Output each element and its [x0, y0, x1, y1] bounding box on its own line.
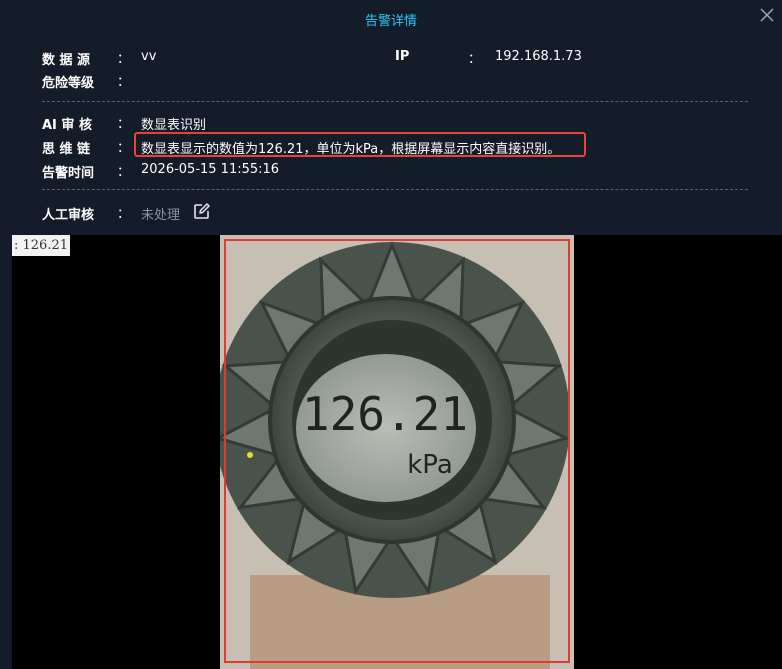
risk-level-label: 危险等级	[42, 76, 95, 91]
manual-review-colon: ：	[117, 207, 131, 222]
dialog-title: 告警详情	[364, 14, 417, 29]
reasoning-colon: ：	[117, 141, 131, 156]
ip-colon: ：	[468, 52, 482, 67]
edit-icon-glyph	[194, 203, 210, 219]
close-icon[interactable]	[758, 8, 776, 26]
ai-review-value: 数显表识别	[141, 118, 207, 133]
data-source-label: 数 据 源	[42, 53, 91, 68]
alarm-time-value: 2026-05-15 11:55:16	[141, 162, 280, 177]
manual-review-label: 人工审核	[42, 208, 95, 223]
detection-result-tag: : 126.21	[12, 235, 70, 256]
edit-icon[interactable]	[193, 203, 210, 220]
divider	[42, 189, 748, 190]
reasoning-value: 数显表显示的数值为126.21，单位为kPa，根据屏幕显示内容直接识别。	[141, 142, 561, 157]
alarm-time-colon: ：	[117, 165, 131, 180]
ip-value: 192.168.1.73	[495, 49, 582, 64]
ai-review-colon: ：	[117, 117, 131, 132]
data-source-value: vv	[141, 49, 157, 64]
divider	[42, 101, 748, 102]
ai-review-label: AI 审 核	[42, 118, 92, 133]
alarm-time-label: 告警时间	[42, 166, 95, 181]
ip-label: IP	[395, 49, 410, 64]
alarm-image-viewer: 126.21 kPa : 126.21	[12, 235, 782, 669]
detection-bounding-box	[224, 239, 570, 663]
risk-level-colon: ：	[117, 75, 131, 90]
alarm-detail-dialog: 告警详情 数 据 源 ： vv IP ： 192.168.1.73 危险等级 ：…	[0, 0, 782, 669]
data-source-colon: ：	[117, 52, 131, 67]
manual-review-status: 未处理	[141, 208, 181, 223]
reasoning-label: 思 维 链	[42, 142, 91, 157]
close-icon-glyph	[760, 8, 774, 22]
